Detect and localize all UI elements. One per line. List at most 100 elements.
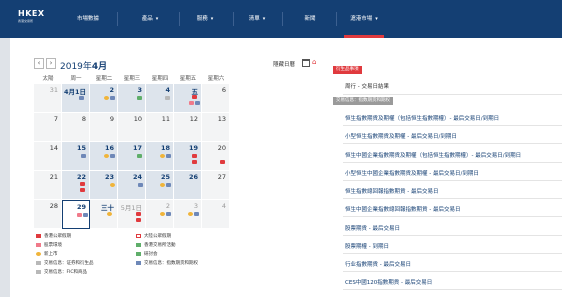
day-number: 13 <box>217 115 226 123</box>
legend-swatch <box>136 233 141 238</box>
nav-item-market-data[interactable]: 市場數據 <box>62 0 114 38</box>
event-marker[interactable] <box>79 96 84 100</box>
day-cell[interactable]: 25 <box>146 171 174 200</box>
event-marker[interactable] <box>107 212 112 216</box>
event-marker[interactable] <box>166 183 171 187</box>
day-cell[interactable]: 三十 <box>90 200 118 229</box>
day-number: 4 <box>221 202 226 210</box>
day-cell[interactable]: 24 <box>118 171 146 200</box>
divider <box>343 180 562 181</box>
event-marker[interactable] <box>110 154 115 158</box>
event-marker[interactable] <box>104 154 109 158</box>
event-marker[interactable] <box>104 96 109 100</box>
event-marker[interactable] <box>81 154 86 158</box>
event-marker[interactable] <box>110 183 115 187</box>
day-cell[interactable]: 23 <box>90 171 118 200</box>
day-cell[interactable]: 18 <box>146 142 174 171</box>
event-marker[interactable] <box>77 213 82 217</box>
day-cell[interactable]: 27 <box>202 171 230 200</box>
event-marker[interactable] <box>194 212 199 216</box>
legend-item: 交易信息：FIC和商品 <box>36 269 87 275</box>
event-marker[interactable] <box>220 160 225 164</box>
event-marker[interactable] <box>166 154 171 158</box>
event-marker[interactable] <box>192 154 197 158</box>
event-marker[interactable] <box>80 188 85 192</box>
event-marker[interactable] <box>136 218 141 222</box>
day-cell[interactable]: 20 <box>202 142 230 171</box>
event-marker[interactable] <box>160 154 165 158</box>
day-cell[interactable]: 31 <box>34 84 62 113</box>
event-link[interactable]: 恒生指數總回報指數期貨 - 最后交易日 <box>345 187 438 195</box>
day-number: 4月1日 <box>63 88 86 96</box>
day-cell[interactable]: 5月1日 <box>118 200 146 229</box>
event-link[interactable]: 小型恒生中國企業指數期貨及期權 - 最后交易日/到期日 <box>345 169 479 177</box>
event-link[interactable]: 股票期貨 - 最后交易日 <box>345 224 400 232</box>
day-number: 3 <box>193 202 198 210</box>
event-marker[interactable] <box>110 96 115 100</box>
event-link[interactable]: 行业指數期貨 - 最后交易日 <box>345 260 411 268</box>
event-marker[interactable] <box>195 101 200 105</box>
prev-month-button[interactable]: ‹ <box>34 58 44 69</box>
day-cell[interactable]: 14 <box>34 142 62 171</box>
day-cell[interactable]: 4月1日 <box>62 84 90 113</box>
day-cell[interactable]: 9 <box>90 113 118 142</box>
next-month-button[interactable]: › <box>46 58 56 69</box>
nav-item-news[interactable]: 新聞 <box>290 0 330 38</box>
day-cell[interactable]: 13 <box>202 113 230 142</box>
day-cell[interactable]: 7 <box>34 113 62 142</box>
event-marker[interactable] <box>83 213 88 217</box>
day-cell[interactable]: 16 <box>90 142 118 171</box>
event-marker[interactable] <box>137 154 142 158</box>
day-cell[interactable]: 15 <box>62 142 90 171</box>
calendar-icon[interactable] <box>302 59 310 67</box>
event-marker[interactable] <box>160 212 165 216</box>
day-cell[interactable]: 28 <box>34 200 62 229</box>
event-marker[interactable] <box>188 212 193 216</box>
nav-item-services[interactable]: 服務 ▾ <box>184 0 226 38</box>
event-marker[interactable] <box>192 95 197 99</box>
day-cell[interactable]: 17 <box>118 142 146 171</box>
event-marker[interactable] <box>160 183 165 187</box>
day-cell[interactable]: 2 <box>90 84 118 113</box>
event-marker[interactable] <box>136 212 141 216</box>
day-cell[interactable]: 6 <box>202 84 230 113</box>
day-number: 7 <box>53 115 58 123</box>
day-cell[interactable]: 22 <box>62 171 90 200</box>
event-link[interactable]: 恒生中國企業指數總回報指數期貨 - 最后交易日 <box>345 205 460 213</box>
nav-divider <box>282 12 283 26</box>
event-marker[interactable] <box>189 101 194 105</box>
legend-label: 交易信息：FIC和商品 <box>44 270 88 275</box>
nav-item-stock-connect[interactable]: 滬港市場 ▾ <box>336 0 392 38</box>
event-marker[interactable] <box>137 96 142 100</box>
day-cell[interactable]: 五 <box>174 84 202 113</box>
event-link[interactable]: 恒生指數期貨及期權（包括恒生指數期權）- 最后交易日/到期日 <box>345 114 499 122</box>
event-link[interactable]: 股票期權 - 到期日 <box>345 242 389 250</box>
day-cell[interactable]: 2 <box>146 200 174 229</box>
event-link[interactable]: CES中國120指數期貨 - 最后交易日 <box>345 278 432 286</box>
event-marker[interactable] <box>192 160 197 164</box>
hkex-logo[interactable]: HKEX 香港交易所 <box>18 9 45 23</box>
day-cell[interactable]: 10 <box>118 113 146 142</box>
day-cell[interactable]: 11 <box>146 113 174 142</box>
event-link[interactable]: 小型恒生指數期貨及期權 - 最后交易日/到期日 <box>345 132 457 140</box>
nav-item-products[interactable]: 產品 ▾ <box>124 0 176 38</box>
day-cell[interactable]: 19 <box>174 142 202 171</box>
nav-item-listing[interactable]: 清單 ▾ <box>240 0 274 38</box>
day-cell[interactable]: 3 <box>118 84 146 113</box>
alert-icon[interactable]: ⌂ <box>312 58 316 66</box>
hide-calendar-link[interactable]: 隱藏日曆 <box>273 60 295 68</box>
day-cell[interactable]: 3 <box>174 200 202 229</box>
day-cell-selected[interactable]: 29 <box>62 200 90 229</box>
month-text: 4月 <box>91 62 108 72</box>
event-marker[interactable] <box>80 182 85 186</box>
event-marker[interactable] <box>166 212 171 216</box>
event-link[interactable]: 恒生中國企業指數期貨及期權（包括恒生指數期權）- 最后交易日/到期日 <box>345 151 521 159</box>
event-marker[interactable] <box>165 96 170 100</box>
day-cell[interactable]: 4 <box>202 200 230 229</box>
day-cell[interactable]: 26 <box>174 171 202 200</box>
day-cell[interactable]: 12 <box>174 113 202 142</box>
day-cell[interactable]: 21 <box>34 171 62 200</box>
day-cell[interactable]: 8 <box>62 113 90 142</box>
event-marker[interactable] <box>138 183 143 187</box>
day-cell[interactable]: 4 <box>146 84 174 113</box>
